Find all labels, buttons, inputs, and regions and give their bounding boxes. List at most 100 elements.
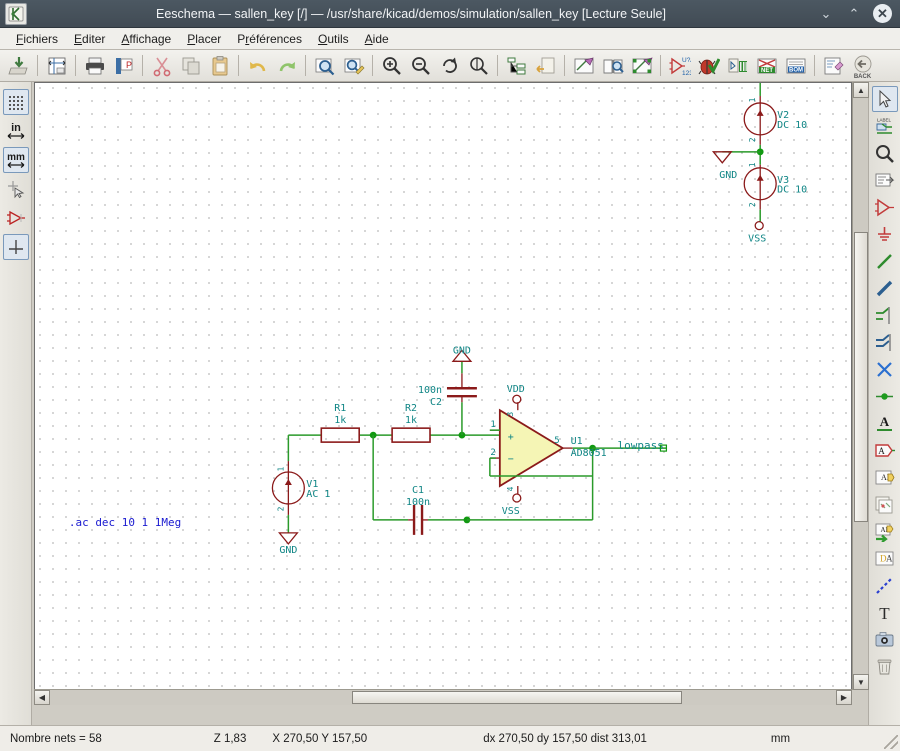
close-button[interactable]: ✕ xyxy=(873,4,892,23)
hierarchical-label-icon[interactable]: LABEL xyxy=(872,113,898,139)
library-browser-icon[interactable] xyxy=(599,52,626,79)
status-net-count: Nombre nets = 58 xyxy=(10,732,102,745)
menu-item-placer[interactable]: Placer xyxy=(179,30,229,48)
window-title-bar: Eeschema — sallen_key [/] — /usr/share/k… xyxy=(0,0,900,28)
scroll-up-button[interactable]: ▲ xyxy=(853,82,869,98)
menu-item-outils[interactable]: Outils xyxy=(310,30,357,48)
grid-toggle-icon[interactable] xyxy=(2,89,29,115)
units-millimeters-icon[interactable]: mm xyxy=(2,147,29,173)
schematic-canvas[interactable]: 1 2 V2 DC 10 GND 1 2 V3 DC 10 VSS 1 2 V1 AC 1 GND R1 1k R… xyxy=(34,82,852,690)
place-ground-icon[interactable] xyxy=(872,221,898,247)
place-no-connect-icon[interactable] xyxy=(872,356,898,382)
place-global-label-icon[interactable]: A xyxy=(872,437,898,463)
units-inches-icon[interactable]: in xyxy=(3,118,29,144)
minimize-button[interactable]: ⌄ xyxy=(817,5,835,23)
toolbar-separator xyxy=(142,55,143,76)
svg-text:2: 2 xyxy=(748,137,757,142)
place-hierarchical-label-icon[interactable]: AD xyxy=(872,464,898,490)
assign-footprint-icon[interactable] xyxy=(724,52,751,79)
print-icon[interactable] xyxy=(81,52,108,79)
zoom-out-icon[interactable] xyxy=(407,52,434,79)
svg-text:1: 1 xyxy=(276,466,285,471)
svg-text:100n: 100n xyxy=(418,385,442,396)
place-power-port-icon[interactable] xyxy=(872,194,898,220)
library-editor-icon[interactable] xyxy=(628,52,655,79)
leave-sheet-icon[interactable] xyxy=(532,52,559,79)
redo-icon[interactable] xyxy=(273,52,300,79)
copy-icon[interactable] xyxy=(177,52,204,79)
open-file-icon[interactable] xyxy=(5,52,32,79)
delete-icon[interactable] xyxy=(872,653,898,679)
cut-icon[interactable] xyxy=(148,52,175,79)
place-wire-icon[interactable] xyxy=(872,248,898,274)
place-wire-to-bus-entry-icon[interactable] xyxy=(872,302,898,328)
hierarchy-navigator-icon[interactable] xyxy=(503,52,530,79)
status-deltas: dx 270,50 dy 157,50 dist 313,01 xyxy=(483,732,647,745)
undo-icon[interactable] xyxy=(244,52,271,79)
maximize-button[interactable]: ⌃ xyxy=(845,5,863,23)
page-settings-icon[interactable] xyxy=(43,52,70,79)
menu-item-preferences[interactable]: Préférences xyxy=(229,30,310,48)
netlist-icon[interactable]: NET xyxy=(753,52,780,79)
svg-text:VSS: VSS xyxy=(748,234,766,245)
place-bus-to-bus-entry-icon[interactable] xyxy=(872,329,898,355)
place-junction-icon[interactable] xyxy=(872,383,898,409)
svg-text:NET: NET xyxy=(761,68,773,74)
hidden-pins-icon[interactable] xyxy=(3,205,29,231)
place-hierarchical-sheet-icon[interactable] xyxy=(872,491,898,517)
plot-icon[interactable]: P xyxy=(110,52,137,79)
menu-item-affichage[interactable]: Affichage xyxy=(113,30,179,48)
svg-text:1k: 1k xyxy=(334,415,346,426)
import-hierarchical-label-icon[interactable]: AD xyxy=(872,518,898,544)
menu-item-editer[interactable]: Editer xyxy=(66,30,113,48)
scroll-right-button[interactable]: ▶ xyxy=(836,690,852,705)
toolbar-separator xyxy=(75,55,76,76)
cursor-shape-icon[interactable] xyxy=(3,176,29,202)
edit-component-icon[interactable] xyxy=(570,52,597,79)
place-image-icon[interactable] xyxy=(872,626,898,652)
window-title: Eeschema — sallen_key [/] — /usr/share/k… xyxy=(156,6,666,21)
svg-text:DC 10: DC 10 xyxy=(777,185,807,196)
toolbar-separator xyxy=(497,55,498,76)
svg-text:5: 5 xyxy=(554,436,559,446)
find-icon[interactable] xyxy=(311,52,338,79)
erc-icon[interactable] xyxy=(695,52,722,79)
select-arrow-icon[interactable] xyxy=(871,86,898,112)
scroll-down-button[interactable]: ▼ xyxy=(853,674,869,690)
svg-text:DC 10: DC 10 xyxy=(777,120,807,131)
run-pcbnew-icon[interactable] xyxy=(820,52,847,79)
place-bus-icon[interactable] xyxy=(872,275,898,301)
vertical-scrollbar[interactable]: ▲ ▼ xyxy=(852,82,869,690)
place-text-icon[interactable]: T xyxy=(872,599,898,625)
place-sheet-pin-icon[interactable]: D A xyxy=(872,545,898,571)
main-toolbar: P U? 12 NET BOM BACK xyxy=(0,50,900,82)
vertical-scrollbar-thumb[interactable] xyxy=(854,232,868,522)
back-annotate-icon[interactable]: BACK xyxy=(849,52,876,80)
horizontal-scrollbar-thumb[interactable] xyxy=(352,691,682,704)
find-replace-icon[interactable] xyxy=(340,52,367,79)
place-net-label-icon[interactable]: A xyxy=(872,410,898,436)
find-component-icon[interactable] xyxy=(872,140,898,166)
zoom-in-icon[interactable] xyxy=(378,52,405,79)
menu-item-fichiers[interactable]: Fichiers xyxy=(8,30,66,48)
place-graphic-line-icon[interactable] xyxy=(872,572,898,598)
zoom-fit-icon[interactable] xyxy=(465,52,492,79)
svg-text:2: 2 xyxy=(276,506,285,511)
place-component-icon[interactable] xyxy=(872,167,898,193)
status-zoom: Z 1,83 xyxy=(213,732,247,745)
horizontal-scrollbar[interactable]: ◀ ▶ xyxy=(34,689,852,705)
svg-text:BOM: BOM xyxy=(789,67,803,73)
resize-grip[interactable] xyxy=(884,735,898,749)
svg-text:A: A xyxy=(886,553,893,563)
svg-text:−: − xyxy=(508,454,514,465)
scroll-left-button[interactable]: ◀ xyxy=(34,690,50,705)
svg-text:100n: 100n xyxy=(406,497,430,508)
toolbar-separator xyxy=(37,55,38,76)
annotate-icon[interactable]: U?A 123 xyxy=(666,52,693,79)
bus-entry-orientation-icon[interactable] xyxy=(2,234,29,260)
paste-icon[interactable] xyxy=(206,52,233,79)
zoom-redraw-icon[interactable] xyxy=(436,52,463,79)
svg-text:VDD: VDD xyxy=(507,384,525,395)
bom-icon[interactable]: BOM xyxy=(782,52,809,79)
menu-item-aide[interactable]: Aide xyxy=(357,30,397,48)
